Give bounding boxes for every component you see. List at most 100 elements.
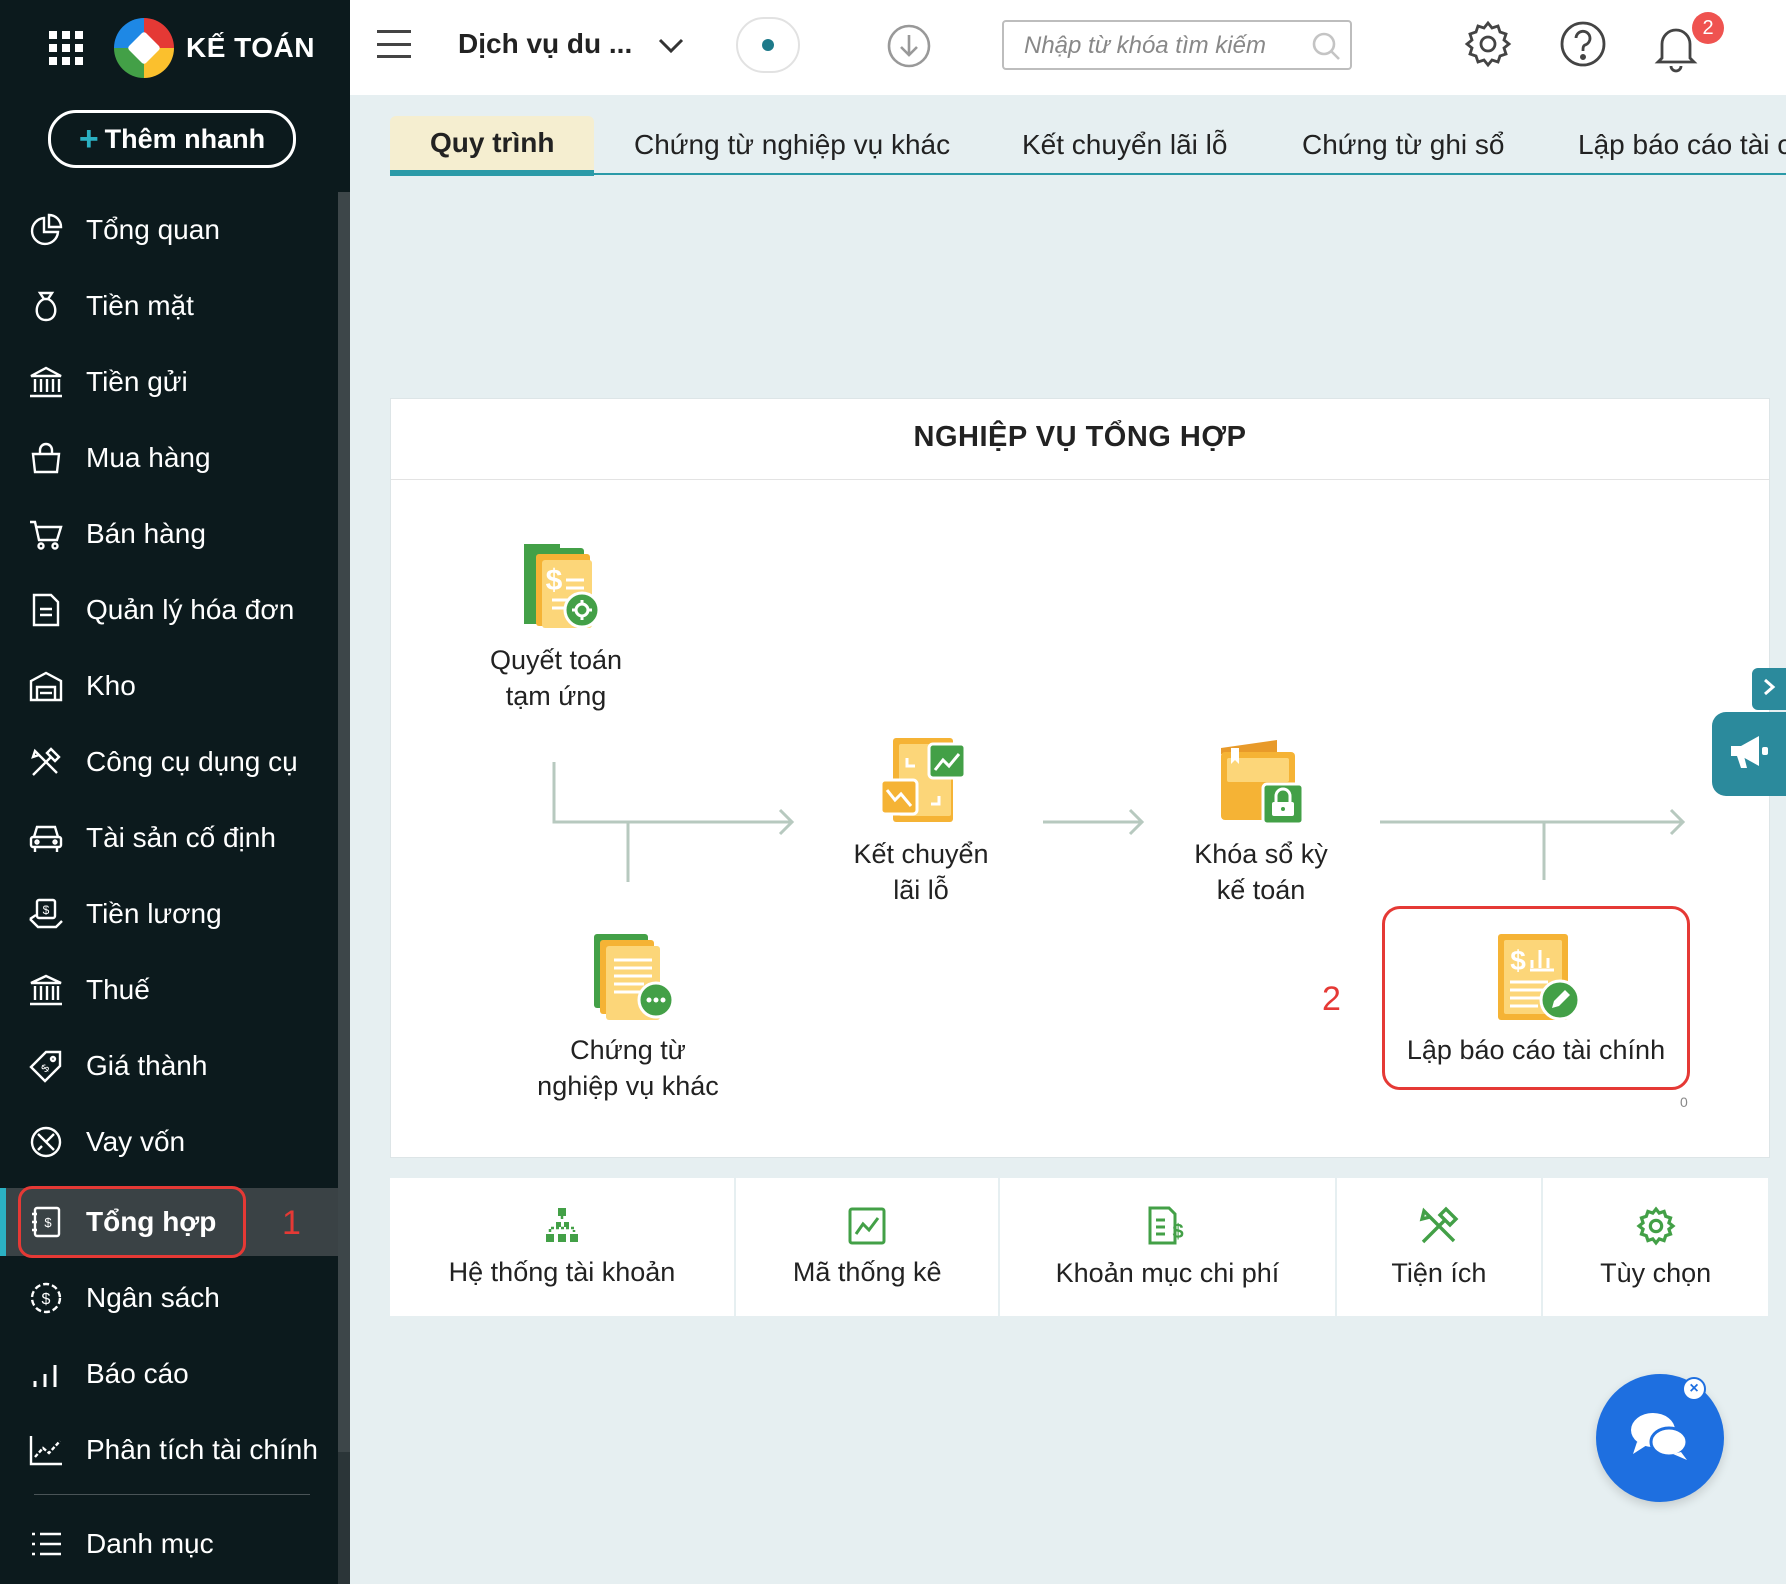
shortcut-he-thong-tai-khoan[interactable]: Hệ thống tài khoản: [390, 1178, 736, 1316]
sidebar-item-ban-hang[interactable]: Bán hàng: [0, 504, 338, 564]
sidebar-item-mua-hang[interactable]: Mua hàng: [0, 428, 338, 488]
shortcut-tuy-chon[interactable]: Tùy chọn: [1543, 1178, 1768, 1316]
chat-close-button[interactable]: ×: [1682, 1377, 1706, 1401]
node-label-line1: Khóa sổ kỳ: [1194, 839, 1328, 869]
sidebar-item-cong-cu-dung-cu[interactable]: Công cụ dụng cụ: [0, 732, 338, 792]
tab-chung-tu-nghiep-vu-khac[interactable]: Chứng từ nghiệp vụ khác: [634, 116, 950, 174]
settings-gear-icon: [1635, 1205, 1677, 1252]
sidebar-item-label: Thuế: [86, 974, 150, 1005]
sidebar-item-tien-gui[interactable]: Tiền gửi: [0, 352, 338, 412]
step-marker-2: 2: [1322, 980, 1341, 1018]
sidebar-scrollbar-thumb[interactable]: [338, 192, 350, 1452]
download-icon[interactable]: [886, 23, 932, 74]
car-icon: [26, 818, 66, 858]
node-chung-tu-nghiep-vu-khac[interactable]: Chứng từ nghiệp vụ khác: [520, 930, 736, 1104]
top-bar: Dịch vụ du ...: [350, 0, 1786, 95]
sidebar-item-tong-quan[interactable]: Tổng quan: [0, 200, 338, 260]
tab-quy-trinh[interactable]: Quy trình: [390, 116, 595, 176]
tax-building-icon: [26, 970, 66, 1010]
app-grid-icon[interactable]: [48, 30, 84, 66]
search-input[interactable]: [1022, 30, 1306, 62]
svg-text:$: $: [1510, 945, 1526, 976]
expense-item-icon: $: [1147, 1205, 1187, 1252]
pie-chart-icon: [26, 210, 66, 250]
cart-icon: [26, 514, 66, 554]
gear-icon[interactable]: [1462, 18, 1514, 75]
shortcut-label: Hệ thống tài khoản: [448, 1257, 676, 1287]
tools-icon: [26, 742, 66, 782]
search-icon[interactable]: [1310, 30, 1342, 67]
tab-chung-tu-ghi-so[interactable]: Chứng từ ghi sổ: [1302, 116, 1504, 174]
organization-selector[interactable]: Dịch vụ du ...: [458, 28, 632, 60]
sidebar-item-label: Tổng quan: [86, 214, 220, 245]
shortcut-label: Tùy chọn: [1600, 1258, 1712, 1288]
sidebar-item-tai-san-co-dinh[interactable]: Tài sản cố định: [0, 808, 338, 868]
list-icon: [26, 1524, 66, 1564]
sidebar-item-tien-luong[interactable]: $ Tiền lương: [0, 884, 338, 944]
sidebar-item-gia-thanh[interactable]: $ Giá thành: [0, 1036, 338, 1096]
search-box[interactable]: [1002, 20, 1352, 70]
shortcut-label: Tiện ích: [1391, 1258, 1487, 1288]
sidebar-item-label: Ngân sách: [86, 1282, 220, 1313]
sidebar-item-label: Quản lý hóa đơn: [86, 594, 295, 625]
shortcut-tien-ich[interactable]: Tiện ích: [1337, 1178, 1544, 1316]
lock-period-icon: [1213, 734, 1309, 830]
advance-settlement-icon: $: [508, 540, 604, 636]
node-label-line1: Kết chuyển: [853, 839, 989, 869]
sidebar-item-thue[interactable]: Thuế: [0, 960, 338, 1020]
money-bag-icon: [26, 286, 66, 326]
sidebar-item-tien-mat[interactable]: Tiền mặt: [0, 276, 338, 336]
svg-text:$: $: [39, 1062, 52, 1075]
salary-icon: $: [26, 894, 66, 934]
sidebar-item-label: Kho: [86, 670, 136, 701]
sidebar-item-label: Danh mục: [86, 1528, 214, 1559]
panel-divider: [391, 479, 1769, 480]
tiny-label: 0: [1680, 1094, 1688, 1110]
node-quyet-toan-tam-ung[interactable]: $ Quyết toán tạm ứng: [468, 540, 644, 714]
invoice-icon: [26, 590, 66, 630]
chat-bubbles-icon: [1627, 1408, 1693, 1469]
shortcut-ma-thong-ke[interactable]: Mã thống kê: [736, 1178, 1001, 1316]
budget-icon: $: [26, 1278, 66, 1318]
sidebar-item-vay-von[interactable]: Vay vốn: [0, 1112, 338, 1172]
sidebar-item-quan-ly-hoa-don[interactable]: Quản lý hóa đơn: [0, 580, 338, 640]
sidebar-item-label: Bán hàng: [86, 518, 206, 549]
quick-add-label: Thêm nhanh: [104, 123, 266, 154]
warehouse-icon: [26, 666, 66, 706]
tab-lap-bao-cao-tai-chinh[interactable]: Lập báo cáo tài cl: [1578, 116, 1786, 174]
statistics-code-icon: [847, 1206, 887, 1251]
shortcut-khoan-muc-chi-phi[interactable]: $ Khoản mục chi phí: [1000, 1178, 1337, 1316]
highlight-box-tong-hop: [18, 1186, 246, 1258]
announcement-button[interactable]: [1712, 712, 1786, 796]
svg-text:$: $: [43, 903, 50, 917]
brand: KẾ TOÁN: [48, 18, 315, 78]
node-khoa-so-ky-ke-toan[interactable]: Khóa sổ kỳ kế toán: [1176, 734, 1346, 908]
sidebar-item-bao-cao[interactable]: Báo cáo: [0, 1344, 338, 1404]
financial-report-icon: $: [1488, 930, 1584, 1026]
bar-chart-icon: [26, 1354, 66, 1394]
sidebar-item-danh-muc[interactable]: Danh mục: [0, 1514, 338, 1574]
sidebar-item-phan-tich-tai-chinh[interactable]: Phân tích tài chính: [0, 1420, 338, 1480]
sidebar-item-label: Tiền lương: [86, 898, 222, 929]
sidebar-item-label: Báo cáo: [86, 1358, 189, 1389]
quick-add-button[interactable]: + Thêm nhanh: [48, 110, 296, 168]
sidebar-item-label: Tiền mặt: [86, 290, 194, 321]
side-panel-toggle[interactable]: [1752, 668, 1786, 710]
step-marker-1: 1: [282, 1204, 301, 1242]
chevron-down-icon[interactable]: [656, 28, 686, 69]
sidebar-item-kho[interactable]: Kho: [0, 656, 338, 716]
node-lap-bao-cao-tai-chinh[interactable]: $ Lập báo cáo tài chính: [1390, 930, 1682, 1068]
svg-text:$: $: [1173, 1221, 1184, 1243]
help-icon[interactable]: [1558, 18, 1608, 75]
menu-toggle-icon[interactable]: [377, 30, 411, 58]
notification-badge: 2: [1692, 12, 1724, 44]
sidebar-item-label: Vay vốn: [86, 1126, 186, 1157]
tab-ket-chuyen-lai-lo[interactable]: Kết chuyển lãi lỗ: [1022, 116, 1227, 174]
status-dot-button[interactable]: [736, 17, 800, 73]
node-label-line1: Chứng từ: [570, 1035, 686, 1065]
sidebar-item-ngan-sach[interactable]: $ Ngân sách: [0, 1268, 338, 1328]
node-label-line1: Quyết toán: [489, 645, 623, 675]
chevron-right-icon: [1761, 677, 1777, 702]
node-ket-chuyen-lai-lo[interactable]: Kết chuyển lãi lỗ: [836, 734, 1006, 908]
svg-text:$: $: [546, 564, 563, 597]
